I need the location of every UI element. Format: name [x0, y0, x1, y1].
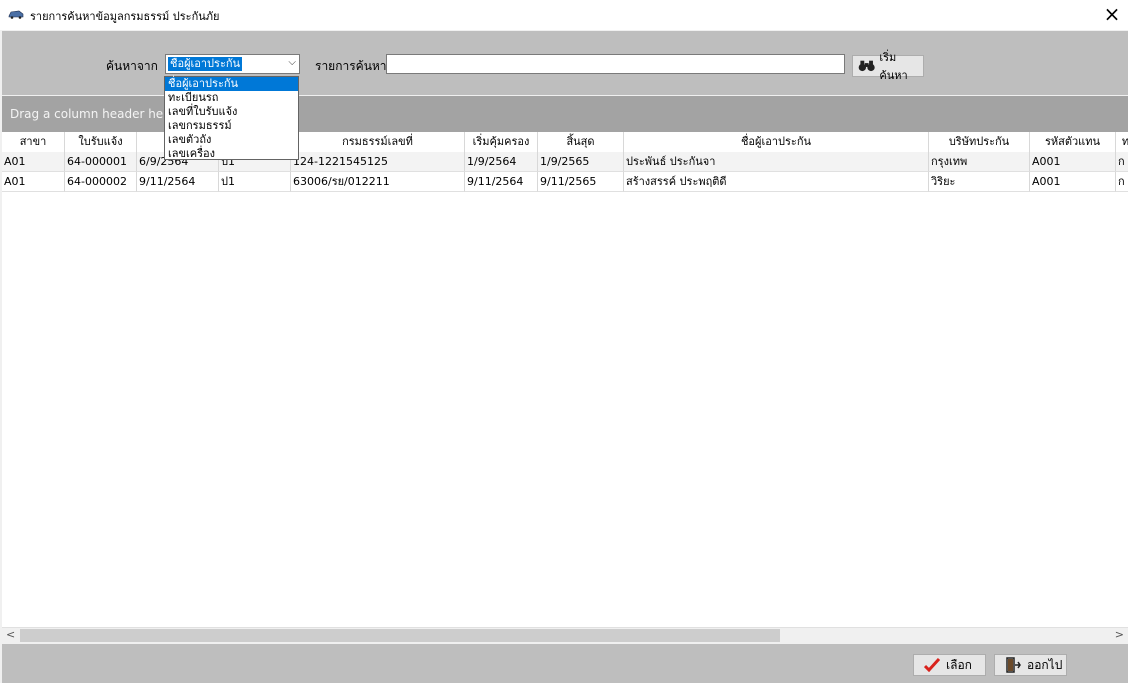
start-search-label: เริ่มค้นหา [879, 51, 908, 82]
check-icon [924, 658, 940, 672]
dropdown-option[interactable]: เลขเครื่อง [165, 147, 298, 161]
select-button[interactable]: เลือก [913, 654, 986, 676]
table-cell[interactable]: 9/11/2565 [538, 172, 624, 192]
table-cell[interactable]: ป1 [219, 172, 291, 192]
table-cell[interactable]: A001 [1030, 172, 1116, 192]
table-cell[interactable]: A01 [2, 152, 65, 172]
binoculars-icon [858, 60, 875, 72]
table-cell[interactable]: ก [1116, 172, 1128, 192]
table-cell[interactable]: ก [1116, 152, 1128, 172]
table-cell[interactable]: สร้างสรรค์ ประพฤติดี [624, 172, 929, 192]
grid-column: บริษัทประกัน กรุงเทพ วิริยะ [929, 132, 1030, 627]
table-cell[interactable]: กรุงเทพ [929, 152, 1030, 172]
title-bar: รายการค้นหาข้อมูลกรมธรรม์ ประกันภัย × [0, 0, 1128, 30]
dropdown-option[interactable]: เลขตัวถัง [165, 133, 298, 147]
select-label: เลือก [946, 657, 972, 672]
scrollbar-thumb[interactable] [20, 629, 780, 642]
search-field-combo[interactable]: ชื่อผู้เอาประกัน ⌵ [165, 54, 300, 74]
column-header[interactable]: ท [1116, 132, 1128, 152]
column-header[interactable]: บริษัทประกัน [929, 132, 1030, 152]
exit-door-icon [1006, 657, 1021, 673]
table-cell[interactable]: A001 [1030, 152, 1116, 172]
car-icon [8, 10, 24, 19]
grid-column: วันที่6/9/25649/11/2564 [137, 132, 219, 627]
column-header[interactable]: ใบรับแจ้ง [65, 132, 137, 152]
dropdown-option[interactable]: เลขกรมธรรม์ [165, 119, 298, 133]
close-button[interactable]: × [1096, 0, 1128, 30]
search-from-label: ค้นหาจาก [106, 59, 158, 73]
table-cell[interactable]: 9/11/2564 [465, 172, 538, 192]
scroll-right-icon[interactable]: > [1115, 628, 1124, 641]
results-grid[interactable]: สาขาA01A01ใบรับแจ้ง64-00000164-000002วัน… [2, 132, 1128, 627]
table-cell[interactable]: 1/9/2564 [465, 152, 538, 172]
close-icon: × [1103, 2, 1121, 26]
grid-column: ชื่อผู้เอาประกัน ประพันธ์ ประกันจา สร้างสร… [624, 132, 929, 627]
column-header[interactable]: สิ้นสุด [538, 132, 624, 152]
search-input[interactable] [386, 54, 845, 74]
column-header[interactable]: ชื่อผู้เอาประกัน [624, 132, 929, 152]
grid-column: ใบรับแจ้ง 64-000001 64-000002 [65, 132, 137, 627]
footer-panel: เลือก ออกไป [2, 644, 1128, 683]
scroll-left-icon[interactable]: < [6, 628, 15, 641]
table-cell[interactable]: 63006/รย/012211 [291, 172, 465, 192]
grid-column: เริ่มคุ้มครอง 1/9/2564 9/11/2564 [465, 132, 538, 627]
search-field-value: ชื่อผู้เอาประกัน [168, 57, 243, 71]
column-header[interactable]: รหัสตัวแทน [1030, 132, 1116, 152]
table-cell[interactable]: วิริยะ [929, 172, 1030, 192]
grid-column: ทกก [1116, 132, 1128, 627]
dropdown-option[interactable]: ทะเบียนรถ [165, 91, 298, 105]
table-cell[interactable]: A01 [2, 172, 65, 192]
chevron-down-icon[interactable]: ⌵ [288, 57, 296, 68]
grid-column: ประเภทป1ป1 [219, 132, 291, 627]
table-cell[interactable]: 124-1221545125 [291, 152, 465, 172]
group-by-hint: Drag a column header here [10, 107, 176, 121]
start-search-button[interactable]: เริ่มค้นหา [852, 51, 924, 82]
dropdown-option[interactable]: เลขที่ใบรับแจ้ง [165, 105, 298, 119]
search-field-dropdown[interactable]: ชื่อผู้เอาประกัน ทะเบียนรถ เลขที่ใบรับแจ้ง… [164, 76, 299, 160]
dropdown-option[interactable]: ชื่อผู้เอาประกัน [165, 77, 298, 91]
table-cell[interactable]: 1/9/2565 [538, 152, 624, 172]
horizontal-scrollbar[interactable]: < > [2, 627, 1128, 643]
table-cell[interactable]: 9/11/2564 [137, 172, 219, 192]
grid-column: สิ้นสุด 1/9/2565 9/11/2565 [538, 132, 624, 627]
column-header[interactable]: สาขา [2, 132, 65, 152]
grid-column: กรมธรรม์เลขที่ 124-1221545125 63006/รย/012… [291, 132, 465, 627]
grid-column: สาขา A01 A01 [2, 132, 65, 627]
table-cell[interactable]: 64-000001 [65, 152, 137, 172]
window-title: รายการค้นหาข้อมูลกรมธรรม์ ประกันภัย [30, 10, 220, 23]
grid-column: รหัสตัวแทน A001 A001 [1030, 132, 1116, 627]
exit-label: ออกไป [1027, 657, 1063, 672]
column-header[interactable]: กรมธรรม์เลขที่ [291, 132, 465, 152]
column-header[interactable]: เริ่มคุ้มครอง [465, 132, 538, 152]
table-cell[interactable]: ประพันธ์ ประกันจา [624, 152, 929, 172]
search-items-label: รายการค้นหา [315, 59, 387, 73]
table-cell[interactable]: 64-000002 [65, 172, 137, 192]
exit-button[interactable]: ออกไป [994, 654, 1067, 676]
